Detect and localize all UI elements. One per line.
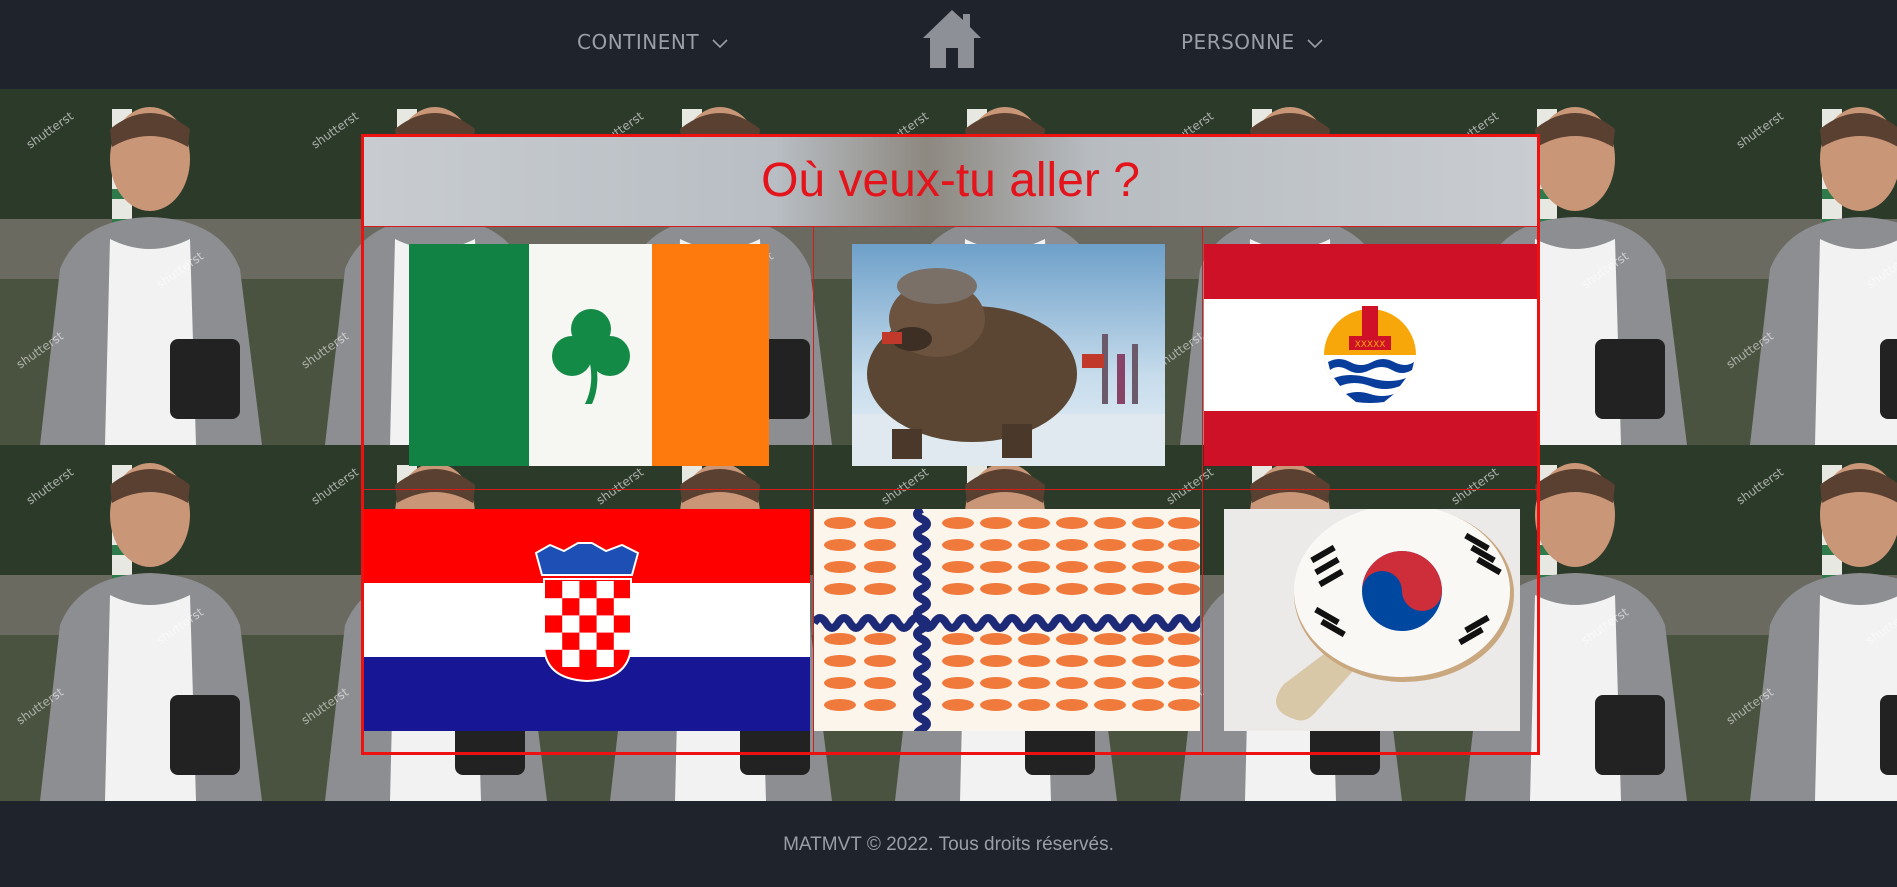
destination-shrimp-flag[interactable] [814,509,1200,731]
ireland-shamrock-flag-icon [409,244,769,466]
destination-russia[interactable] [852,244,1165,466]
svg-text:XXXXX: XXXXX [1355,340,1386,350]
grid-divider [1202,226,1203,752]
destination-panel: Où veux-tu aller ? XXXXX [361,134,1540,755]
destination-ireland[interactable] [409,244,769,466]
title-banner: Où veux-tu aller ? [364,137,1537,226]
background-photo-tile: shutterstshutterstshutterst [0,89,285,445]
home-icon[interactable] [921,8,983,70]
korean-flag-ping-pong-paddle-icon [1224,509,1520,731]
background-photo-tile: shutterstshutterstshutterst [1710,89,1897,445]
page-title: Où veux-tu aller ? [761,154,1140,207]
shrimp-flag-icon [814,509,1200,731]
nav-continent-dropdown[interactable]: CONTINENT [577,30,728,54]
destination-croatia[interactable] [364,509,810,731]
footer: MATMVT © 2022. Tous droits réservés. [0,801,1897,887]
footer-copyright: MATMVT © 2022. Tous droits réservés. [783,834,1114,855]
chevron-down-icon [712,38,728,48]
croatia-flag-icon [364,509,810,731]
destination-korea[interactable] [1224,509,1520,731]
chevron-down-icon [1307,38,1324,48]
grid-divider [364,226,1537,227]
background-photo-tile: shutterstshutterstshutterst [0,445,285,801]
navbar: CONTINENT PERSONNE [0,0,1897,89]
grid-divider [364,489,1537,490]
nav-personne-label: PERSONNE [1181,30,1295,54]
destination-french-polynesia[interactable]: XXXXX [1204,244,1537,466]
russian-bear-icon [852,244,1165,466]
french-polynesia-flag-icon: XXXXX [1204,244,1537,466]
nav-continent-label: CONTINENT [577,30,700,54]
nav-personne-dropdown[interactable]: PERSONNE [1181,30,1324,54]
background-photo-tile: shutterstshutterstshutterst [1710,445,1897,801]
